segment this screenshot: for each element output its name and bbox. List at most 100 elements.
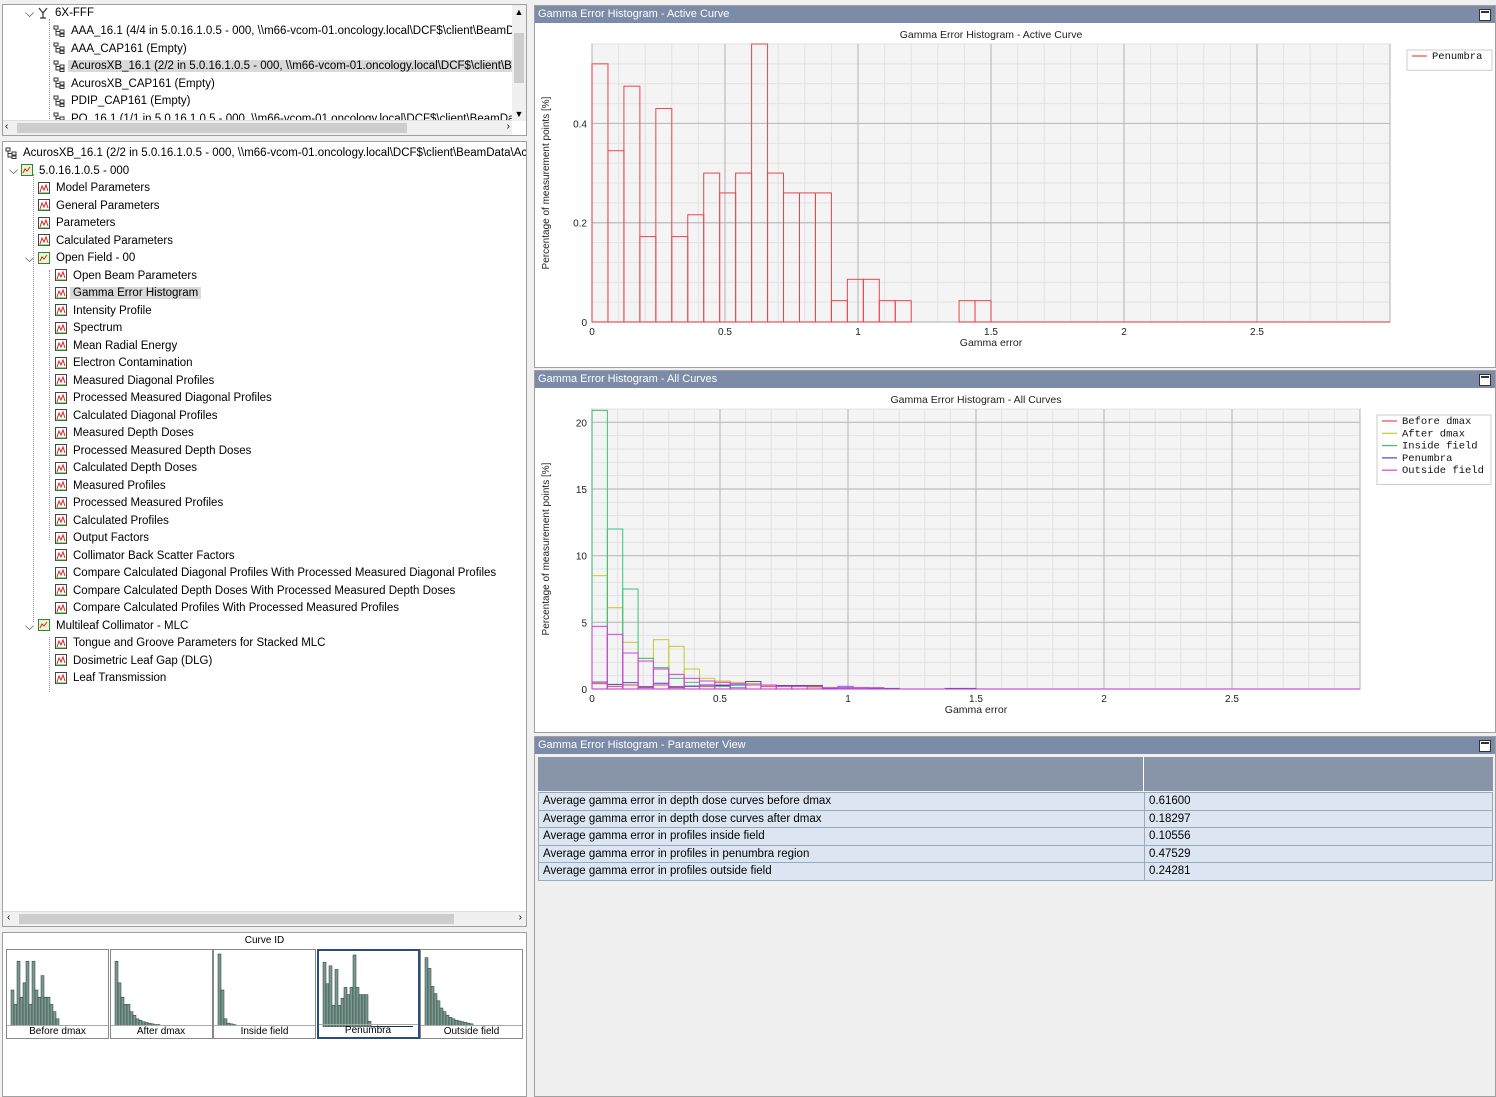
chevron-down-icon[interactable]: ⌵ <box>9 163 18 178</box>
thumbnail-bar <box>436 1000 441 1026</box>
tree-item-open-field-child[interactable]: Calculated Depth Doses <box>55 460 200 477</box>
horizontal-scrollbar[interactable]: ‹ › <box>3 911 526 926</box>
scroll-left-arrow-icon[interactable]: ‹ <box>5 121 8 132</box>
tree-item-open-field-child[interactable]: Compare Calculated Depth Doses With Proc… <box>55 583 458 600</box>
tree-item-label: Processed Measured Profiles <box>73 497 224 509</box>
chart-icon <box>55 479 67 492</box>
tree-item-open-field-child[interactable]: Output Factors <box>55 530 152 547</box>
tree-item-label: Measured Profiles <box>73 479 166 492</box>
x-tick-label: 0.5 <box>718 327 732 338</box>
x-tick-label: 0 <box>589 694 595 705</box>
thumbnail-bar <box>340 997 344 1027</box>
tree-item-open-field-child[interactable]: Processed Measured Diagonal Profiles <box>55 390 275 407</box>
tree-item-open-field-child[interactable]: Calculated Profiles <box>55 513 172 530</box>
tree-item-label: Spectrum <box>73 322 123 334</box>
legend-label: Before dmax <box>1402 416 1471 428</box>
configuration-tree[interactable]: AcurosXB_16.1 (2/2 in 5.0.16.1.0.5 - 000… <box>2 141 527 927</box>
scroll-left-arrow-icon[interactable]: ‹ <box>7 912 10 923</box>
chart-icon <box>55 584 67 597</box>
chart-icon <box>55 601 67 614</box>
thumbnail-bar <box>16 960 21 1026</box>
tree-item-open-field-child[interactable]: Mean Radial Energy <box>55 338 180 355</box>
curve-thumbnail[interactable]: Penumbra <box>316 949 420 1039</box>
scroll-thumb[interactable] <box>17 123 407 133</box>
table-row[interactable]: Average gamma error in depth dose curves… <box>538 792 1493 811</box>
beam-model-icon <box>53 60 65 72</box>
tree-item-parameters[interactable]: Parameters <box>38 215 118 232</box>
tree-item-open-field[interactable]: Open Field - 00 <box>38 250 138 267</box>
tree-item-model-root[interactable]: AcurosXB_16.1 (2/2 in 5.0.16.1.0.5 - 000… <box>5 145 526 162</box>
table-row[interactable]: Average gamma error in profiles inside f… <box>538 827 1493 846</box>
scroll-down-arrow-icon[interactable]: ▼ <box>512 107 526 121</box>
tree-item-parameters[interactable]: Calculated Parameters <box>38 233 176 250</box>
curve-thumbnail[interactable]: Outside field <box>420 949 523 1039</box>
tree-item-mlc-child[interactable]: Dosimetric Leaf Gap (DLG) <box>55 653 215 670</box>
tree-item-open-field-child[interactable]: Intensity Profile <box>55 303 155 320</box>
thumbnail-bar <box>217 953 222 1026</box>
tree-item-mlc-child[interactable]: Tongue and Groove Parameters for Stacked… <box>55 635 329 652</box>
maximize-icon[interactable] <box>1479 740 1491 752</box>
chart-icon <box>38 181 50 194</box>
tree-item-open-field-child[interactable]: Measured Depth Doses <box>55 425 197 442</box>
chart-icon <box>55 566 67 579</box>
tree-item-beam-model[interactable]: AAA_CAP161 (Empty) <box>53 41 190 58</box>
curve-thumbnail[interactable]: Inside field <box>213 949 316 1039</box>
curve-thumbnail[interactable]: Before dmax <box>6 949 109 1039</box>
tree-item-beam-model[interactable]: AAA_16.1 (4/4 in 5.0.16.1.0.5 - 000, \\m… <box>53 23 512 40</box>
chart-icon <box>55 374 67 387</box>
tree-item-open-field-child[interactable]: Gamma Error Histogram <box>55 285 202 302</box>
table-row[interactable]: Average gamma error in profiles outside … <box>538 862 1493 881</box>
thumbnail-bar <box>427 968 432 1026</box>
parameter-name: Average gamma error in depth dose curves… <box>538 792 1145 811</box>
tree-item-beam-model[interactable]: PDIP_CAP161 (Empty) <box>53 93 194 110</box>
tree-item-open-field-child[interactable]: Electron Contamination <box>55 355 196 372</box>
tree-item-open-field-child[interactable]: Collimator Back Scatter Factors <box>55 548 238 565</box>
tree-item-machine[interactable]: 6X-FFF <box>37 5 97 22</box>
tree-item-beam-model[interactable]: AcurosXB_16.1 (2/2 in 5.0.16.1.0.5 - 000… <box>53 58 512 75</box>
maximize-icon[interactable] <box>1479 374 1491 386</box>
tree-item-open-field-child[interactable]: Compare Calculated Profiles With Process… <box>55 600 402 617</box>
chart-title: Gamma Error Histogram - Active Curve <box>900 29 1083 41</box>
curve-id-title: Curve ID <box>244 935 285 946</box>
horizontal-scrollbar[interactable]: ‹ › <box>3 120 512 135</box>
scroll-thumb[interactable] <box>514 33 524 83</box>
beam-model-icon <box>53 77 65 90</box>
tree-item-label: AAA_CAP161 (Empty) <box>71 42 187 55</box>
chart-icon <box>55 654 67 667</box>
scroll-right-arrow-icon[interactable]: › <box>507 121 510 132</box>
curve-thumbnail[interactable]: After dmax <box>109 949 213 1039</box>
scroll-thumb[interactable] <box>19 914 454 924</box>
tree-item-version[interactable]: 5.0.16.1.0.5 - 000 <box>21 163 132 180</box>
tree-item-open-field-child[interactable]: Measured Profiles <box>55 478 169 495</box>
tree-item-open-field-child[interactable]: Processed Measured Profiles <box>55 495 226 512</box>
tree-item-open-field-child[interactable]: Measured Diagonal Profiles <box>55 373 217 390</box>
chart-icon <box>55 409 67 422</box>
maximize-icon[interactable] <box>1479 9 1491 21</box>
chevron-down-icon[interactable]: ⌵ <box>25 6 34 21</box>
tree-item-open-field-child[interactable]: Compare Calculated Diagonal Profiles Wit… <box>55 565 499 582</box>
tree-item-mlc-child[interactable]: Leaf Transmission <box>55 670 169 687</box>
tree-item-label: Gamma Error Histogram <box>70 287 202 299</box>
vertical-scrollbar[interactable]: ▲ ▼ <box>512 5 526 121</box>
tree-item-open-field-child[interactable]: Open Beam Parameters <box>55 268 200 285</box>
tree-item-beam-model[interactable]: AcurosXB_CAP161 (Empty) <box>53 76 218 93</box>
thumbnail-bar <box>361 994 365 1027</box>
tree-item-open-field-child[interactable]: Processed Measured Depth Doses <box>55 443 254 460</box>
tree-item-parameters[interactable]: Model Parameters <box>38 180 153 197</box>
beam-library-tree[interactable]: ⌵ 6X-FFF AAA_16.1 (4/4 in 5.0.16.1.0.5 - 0… <box>2 4 527 136</box>
table-row[interactable]: Average gamma error in profiles in penum… <box>538 844 1493 863</box>
tree-item-mlc[interactable]: Multileaf Collimator - MLC <box>38 618 191 635</box>
chart-icon <box>38 199 50 212</box>
table-row[interactable]: Average gamma error in depth dose curves… <box>538 809 1493 828</box>
tree-item-label: 5.0.16.1.0.5 - 000 <box>39 164 130 177</box>
tree-item-label: Calculated Diagonal Profiles <box>73 409 218 422</box>
legend-label: Penumbra <box>1402 453 1452 465</box>
tree-item-open-field-child[interactable]: Calculated Diagonal Profiles <box>55 408 220 425</box>
scroll-up-arrow-icon[interactable]: ▲ <box>512 5 526 19</box>
scroll-right-arrow-icon[interactable]: › <box>519 912 522 923</box>
tree-item-open-field-child[interactable]: Spectrum <box>55 320 125 337</box>
chart-icon <box>55 461 67 474</box>
x-tick-label: 0.5 <box>713 694 727 705</box>
tree-item-parameters[interactable]: General Parameters <box>38 198 163 215</box>
tree-item-label: Compare Calculated Profiles With Process… <box>73 602 399 614</box>
